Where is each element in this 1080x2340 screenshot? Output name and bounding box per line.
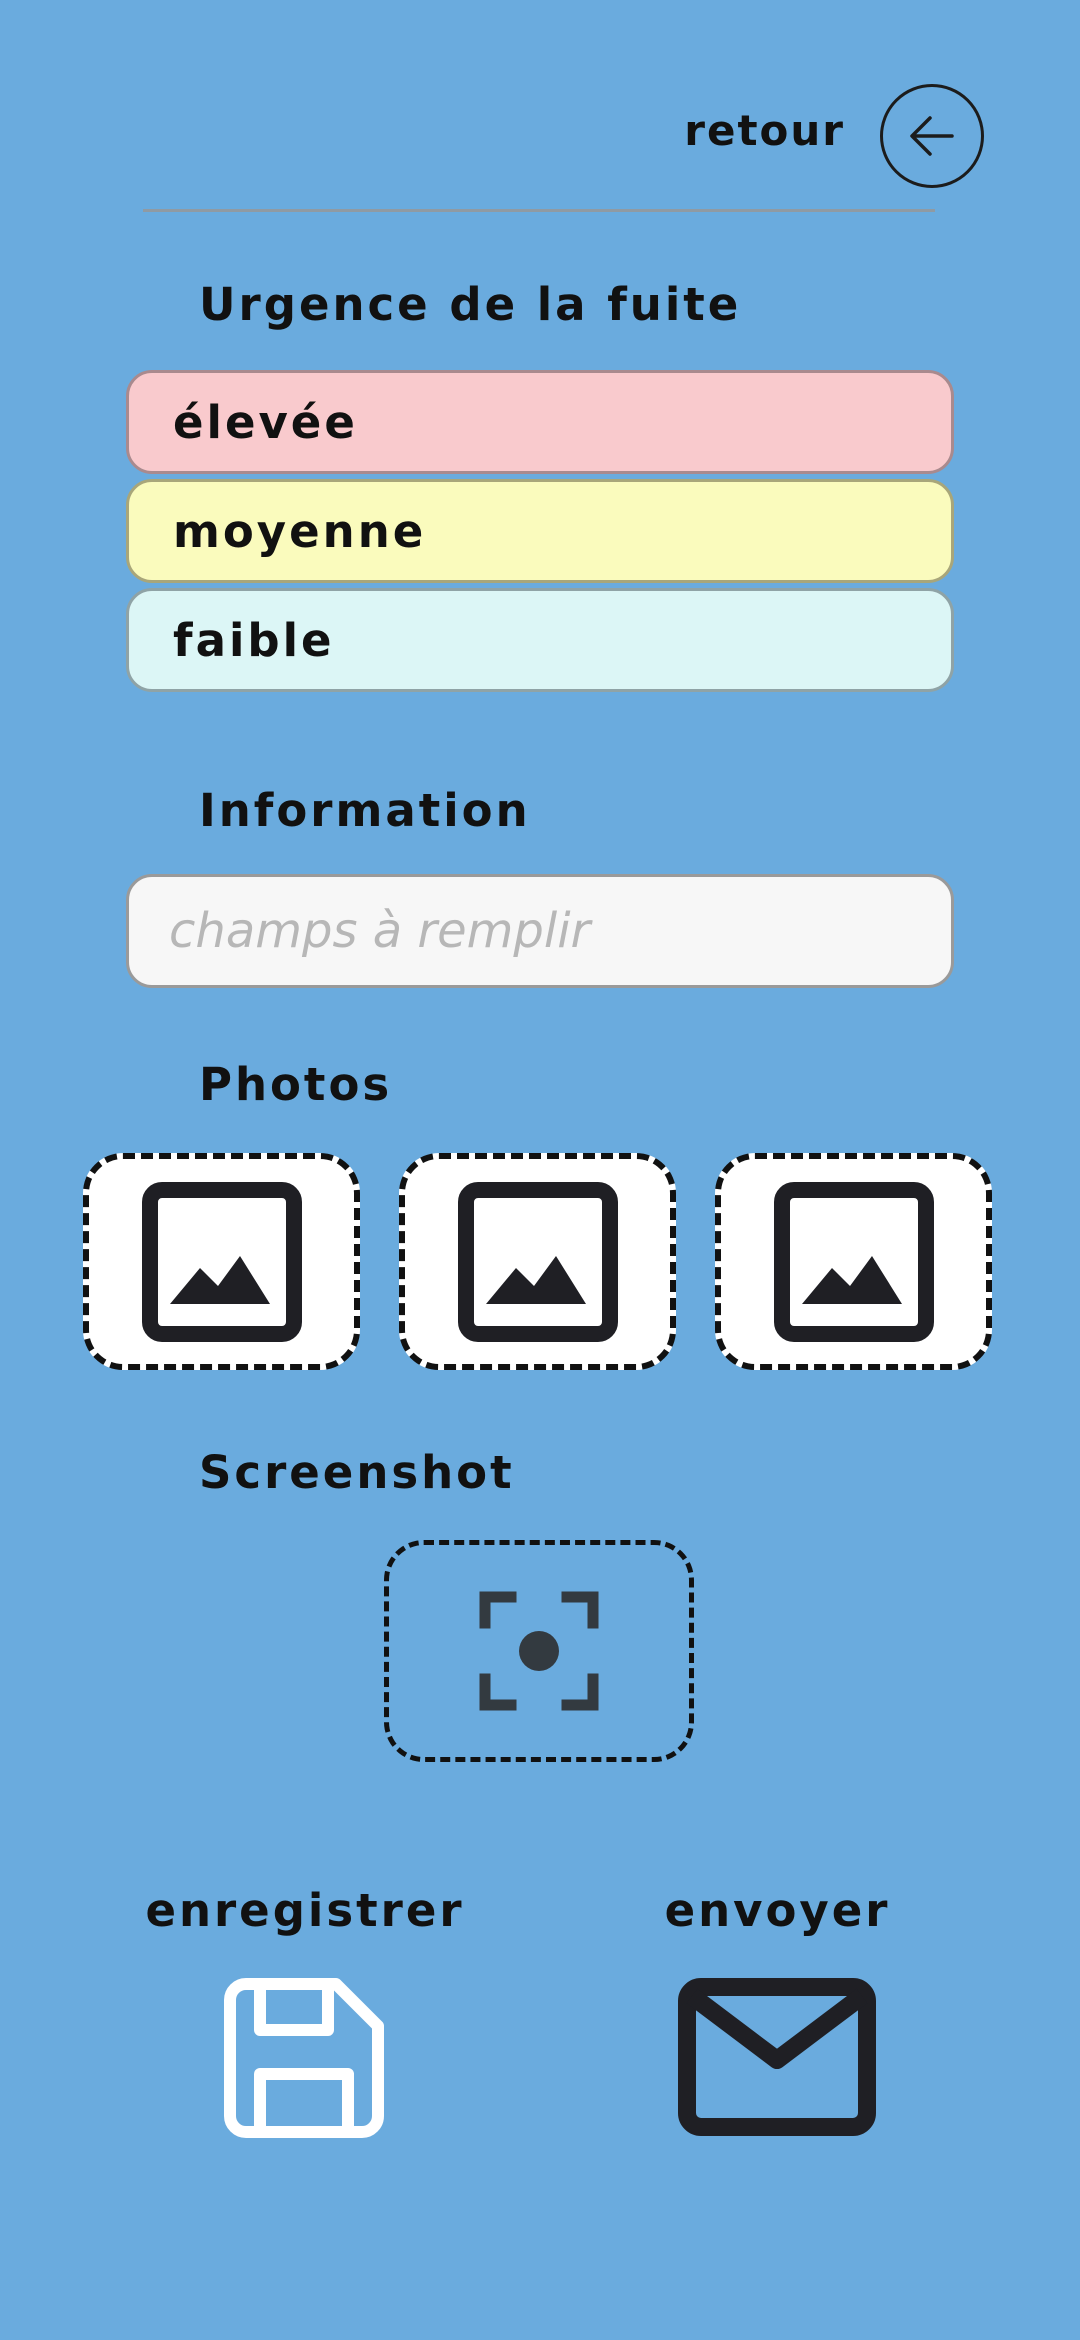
screenshot-slot[interactable] xyxy=(384,1540,694,1762)
arrow-left-icon xyxy=(910,116,954,156)
mail-icon[interactable] xyxy=(678,1978,876,2136)
save-label: enregistrer xyxy=(145,1884,465,1937)
information-title: Information xyxy=(199,784,531,837)
urgency-option-low[interactable]: faible xyxy=(126,588,954,692)
urgency-title: Urgence de la fuite xyxy=(199,278,742,331)
photos-title: Photos xyxy=(199,1058,393,1111)
back-button[interactable] xyxy=(880,84,984,188)
image-icon xyxy=(141,1181,302,1342)
photo-slot-3[interactable] xyxy=(715,1153,992,1370)
back-label[interactable]: retour xyxy=(640,106,845,155)
photo-slot-2[interactable] xyxy=(399,1153,676,1370)
image-icon xyxy=(773,1181,934,1342)
photo-slot-1[interactable] xyxy=(83,1153,360,1370)
screenshot-title: Screenshot xyxy=(199,1446,515,1499)
urgency-option-medium[interactable]: moyenne xyxy=(126,479,954,583)
image-icon xyxy=(457,1181,618,1342)
send-label: envoyer xyxy=(664,1884,891,1937)
urgency-option-label: moyenne xyxy=(173,504,427,558)
header-divider xyxy=(143,209,935,212)
urgency-option-high[interactable]: élevée xyxy=(126,370,954,474)
save-icon[interactable] xyxy=(224,1978,384,2138)
information-input[interactable] xyxy=(126,874,954,988)
urgency-option-label: élevée xyxy=(173,395,358,449)
camera-focus-icon xyxy=(479,1591,599,1711)
urgency-option-label: faible xyxy=(173,613,335,667)
